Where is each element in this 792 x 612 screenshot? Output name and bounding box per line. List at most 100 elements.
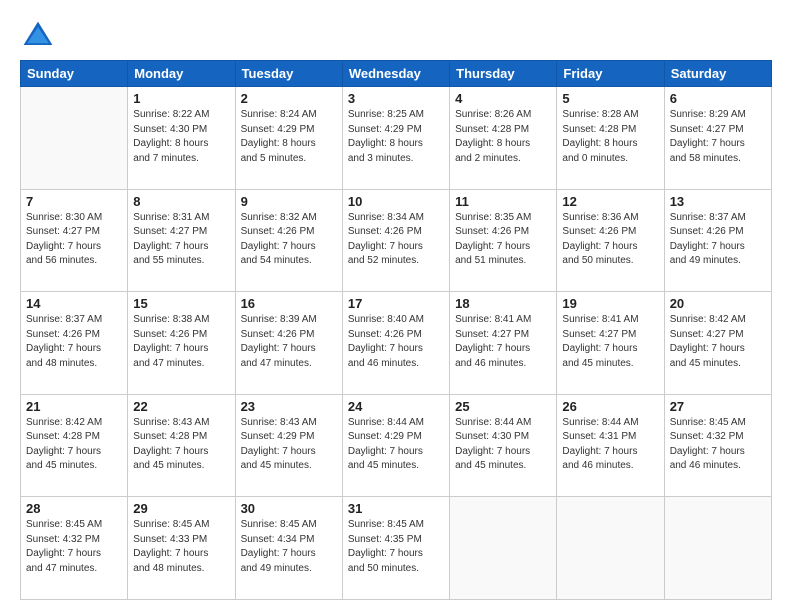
day-number: 13 bbox=[670, 194, 766, 209]
day-number: 18 bbox=[455, 296, 551, 311]
calendar-cell: 8 Sunrise: 8:31 AMSunset: 4:27 PMDaylight… bbox=[128, 189, 235, 292]
day-number: 14 bbox=[26, 296, 122, 311]
calendar-cell: 9Sunrise: 8:32 AMSunset: 4:26 PMDaylight… bbox=[235, 189, 342, 292]
calendar-cell: 21 Sunrise: 8:42 AMSunset: 4:28 PMDayligh… bbox=[21, 394, 128, 497]
calendar-cell: 7 Sunrise: 8:30 AMSunset: 4:27 PMDaylight… bbox=[21, 189, 128, 292]
cell-info: Sunrise: 8:22 AMSunset: 4:30 PMDaylight:… bbox=[133, 108, 229, 166]
day-number: 11 bbox=[455, 194, 551, 209]
cell-info: Sunrise: 8:29 AMSunset: 4:27 PMDaylight:… bbox=[670, 108, 766, 166]
calendar-cell: 11 Sunrise: 8:35 AMSunset: 4:26 PMDayligh… bbox=[450, 189, 557, 292]
cell-info: Sunrise: 8:45 AMSunset: 4:34 PMDaylight:… bbox=[241, 518, 337, 576]
cell-info: Sunrise: 8:36 AMSunset: 4:26 PMDaylight:… bbox=[562, 211, 658, 269]
weekday-header-saturday: Saturday bbox=[664, 61, 771, 87]
day-number: 26 bbox=[562, 399, 658, 414]
calendar-cell: 25 Sunrise: 8:44 AMSunset: 4:30 PMDayligh… bbox=[450, 394, 557, 497]
header bbox=[20, 18, 772, 54]
weekday-header-friday: Friday bbox=[557, 61, 664, 87]
day-number: 8 bbox=[133, 194, 229, 209]
cell-info: Sunrise: 8:43 AMSunset: 4:28 PMDaylight:… bbox=[133, 416, 229, 474]
cell-info: Sunrise: 8:38 AMSunset: 4:26 PMDaylight:… bbox=[133, 313, 229, 371]
calendar-cell: 10Sunrise: 8:34 AMSunset: 4:26 PMDayligh… bbox=[342, 189, 449, 292]
day-number: 15 bbox=[133, 296, 229, 311]
calendar-cell: 1 Sunrise: 8:22 AMSunset: 4:30 PMDaylight… bbox=[128, 87, 235, 190]
logo bbox=[20, 18, 60, 54]
cell-info: Sunrise: 8:44 AMSunset: 4:30 PMDaylight:… bbox=[455, 416, 551, 474]
cell-info: Sunrise: 8:42 AMSunset: 4:28 PMDaylight:… bbox=[26, 416, 122, 474]
calendar-week-5: 28Sunrise: 8:45 AMSunset: 4:32 PMDayligh… bbox=[21, 497, 772, 600]
calendar-cell: 12 Sunrise: 8:36 AMSunset: 4:26 PMDayligh… bbox=[557, 189, 664, 292]
calendar-cell: 29Sunrise: 8:45 AMSunset: 4:33 PMDayligh… bbox=[128, 497, 235, 600]
calendar-week-1: 1 Sunrise: 8:22 AMSunset: 4:30 PMDaylight… bbox=[21, 87, 772, 190]
calendar-cell: 24 Sunrise: 8:44 AMSunset: 4:29 PMDayligh… bbox=[342, 394, 449, 497]
calendar-cell: 18 Sunrise: 8:41 AMSunset: 4:27 PMDayligh… bbox=[450, 292, 557, 395]
calendar-cell: 13 Sunrise: 8:37 AMSunset: 4:26 PMDayligh… bbox=[664, 189, 771, 292]
day-number: 19 bbox=[562, 296, 658, 311]
day-number: 21 bbox=[26, 399, 122, 414]
cell-info: Sunrise: 8:31 AMSunset: 4:27 PMDaylight:… bbox=[133, 211, 229, 269]
day-number: 7 bbox=[26, 194, 122, 209]
cell-info: Sunrise: 8:30 AMSunset: 4:27 PMDaylight:… bbox=[26, 211, 122, 269]
day-number: 6 bbox=[670, 91, 766, 106]
calendar-cell: 22Sunrise: 8:43 AMSunset: 4:28 PMDayligh… bbox=[128, 394, 235, 497]
calendar-cell: 6 Sunrise: 8:29 AMSunset: 4:27 PMDaylight… bbox=[664, 87, 771, 190]
weekday-header-sunday: Sunday bbox=[21, 61, 128, 87]
cell-info: Sunrise: 8:43 AMSunset: 4:29 PMDaylight:… bbox=[241, 416, 337, 474]
calendar-cell: 4 Sunrise: 8:26 AMSunset: 4:28 PMDaylight… bbox=[450, 87, 557, 190]
day-number: 23 bbox=[241, 399, 337, 414]
calendar-cell: 20 Sunrise: 8:42 AMSunset: 4:27 PMDayligh… bbox=[664, 292, 771, 395]
cell-info: Sunrise: 8:45 AMSunset: 4:33 PMDaylight:… bbox=[133, 518, 229, 576]
calendar-week-4: 21 Sunrise: 8:42 AMSunset: 4:28 PMDayligh… bbox=[21, 394, 772, 497]
day-number: 27 bbox=[670, 399, 766, 414]
calendar-cell: 5 Sunrise: 8:28 AMSunset: 4:28 PMDaylight… bbox=[557, 87, 664, 190]
calendar-cell bbox=[664, 497, 771, 600]
day-number: 12 bbox=[562, 194, 658, 209]
page: SundayMondayTuesdayWednesdayThursdayFrid… bbox=[0, 0, 792, 612]
weekday-header-thursday: Thursday bbox=[450, 61, 557, 87]
calendar-cell: 23 Sunrise: 8:43 AMSunset: 4:29 PMDayligh… bbox=[235, 394, 342, 497]
day-number: 17 bbox=[348, 296, 444, 311]
day-number: 30 bbox=[241, 501, 337, 516]
cell-info: Sunrise: 8:25 AMSunset: 4:29 PMDaylight:… bbox=[348, 108, 444, 166]
cell-info: Sunrise: 8:44 AMSunset: 4:29 PMDaylight:… bbox=[348, 416, 444, 474]
day-number: 20 bbox=[670, 296, 766, 311]
calendar-cell bbox=[557, 497, 664, 600]
day-number: 1 bbox=[133, 91, 229, 106]
day-number: 24 bbox=[348, 399, 444, 414]
calendar-week-2: 7 Sunrise: 8:30 AMSunset: 4:27 PMDaylight… bbox=[21, 189, 772, 292]
cell-info: Sunrise: 8:28 AMSunset: 4:28 PMDaylight:… bbox=[562, 108, 658, 166]
cell-info: Sunrise: 8:41 AMSunset: 4:27 PMDaylight:… bbox=[455, 313, 551, 371]
cell-info: Sunrise: 8:32 AMSunset: 4:26 PMDaylight:… bbox=[241, 211, 337, 269]
cell-info: Sunrise: 8:24 AMSunset: 4:29 PMDaylight:… bbox=[241, 108, 337, 166]
calendar-cell: 31Sunrise: 8:45 AMSunset: 4:35 PMDayligh… bbox=[342, 497, 449, 600]
day-number: 4 bbox=[455, 91, 551, 106]
calendar-cell: 3 Sunrise: 8:25 AMSunset: 4:29 PMDaylight… bbox=[342, 87, 449, 190]
calendar-cell bbox=[450, 497, 557, 600]
cell-info: Sunrise: 8:37 AMSunset: 4:26 PMDaylight:… bbox=[26, 313, 122, 371]
logo-icon bbox=[20, 18, 56, 54]
day-number: 16 bbox=[241, 296, 337, 311]
day-number: 5 bbox=[562, 91, 658, 106]
cell-info: Sunrise: 8:37 AMSunset: 4:26 PMDaylight:… bbox=[670, 211, 766, 269]
day-number: 3 bbox=[348, 91, 444, 106]
day-number: 2 bbox=[241, 91, 337, 106]
cell-info: Sunrise: 8:44 AMSunset: 4:31 PMDaylight:… bbox=[562, 416, 658, 474]
weekday-header-row: SundayMondayTuesdayWednesdayThursdayFrid… bbox=[21, 61, 772, 87]
calendar-cell bbox=[21, 87, 128, 190]
cell-info: Sunrise: 8:26 AMSunset: 4:28 PMDaylight:… bbox=[455, 108, 551, 166]
calendar-cell: 30 Sunrise: 8:45 AMSunset: 4:34 PMDayligh… bbox=[235, 497, 342, 600]
calendar-cell: 27 Sunrise: 8:45 AMSunset: 4:32 PMDayligh… bbox=[664, 394, 771, 497]
cell-info: Sunrise: 8:42 AMSunset: 4:27 PMDaylight:… bbox=[670, 313, 766, 371]
weekday-header-wednesday: Wednesday bbox=[342, 61, 449, 87]
cell-info: Sunrise: 8:41 AMSunset: 4:27 PMDaylight:… bbox=[562, 313, 658, 371]
day-number: 31 bbox=[348, 501, 444, 516]
calendar-cell: 17Sunrise: 8:40 AMSunset: 4:26 PMDayligh… bbox=[342, 292, 449, 395]
cell-info: Sunrise: 8:35 AMSunset: 4:26 PMDaylight:… bbox=[455, 211, 551, 269]
day-number: 25 bbox=[455, 399, 551, 414]
calendar-table: SundayMondayTuesdayWednesdayThursdayFrid… bbox=[20, 60, 772, 600]
calendar-cell: 16 Sunrise: 8:39 AMSunset: 4:26 PMDayligh… bbox=[235, 292, 342, 395]
calendar-week-3: 14 Sunrise: 8:37 AMSunset: 4:26 PMDayligh… bbox=[21, 292, 772, 395]
cell-info: Sunrise: 8:45 AMSunset: 4:32 PMDaylight:… bbox=[670, 416, 766, 474]
day-number: 10 bbox=[348, 194, 444, 209]
calendar-cell: 14 Sunrise: 8:37 AMSunset: 4:26 PMDayligh… bbox=[21, 292, 128, 395]
cell-info: Sunrise: 8:39 AMSunset: 4:26 PMDaylight:… bbox=[241, 313, 337, 371]
